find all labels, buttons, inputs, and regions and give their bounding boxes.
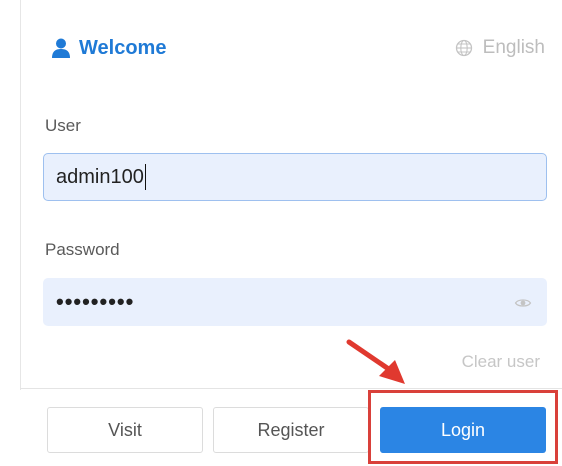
red-arrow-annotation <box>346 339 405 384</box>
password-input-value: ••••••••• <box>56 289 135 314</box>
password-label: Password <box>45 240 120 259</box>
welcome-label: Welcome <box>79 36 167 59</box>
globe-icon <box>455 39 472 57</box>
visit-button[interactable]: Visit <box>47 407 203 453</box>
user-label: User <box>45 116 81 135</box>
header: Welcome English <box>50 30 545 66</box>
welcome-title: Welcome <box>50 30 166 66</box>
clear-user-link[interactable]: Clear user <box>462 352 540 372</box>
password-input[interactable]: ••••••••• <box>43 278 547 326</box>
user-icon <box>52 38 70 58</box>
eye-icon[interactable] <box>514 294 532 312</box>
panel-border <box>20 0 21 390</box>
language-label: English <box>482 37 545 58</box>
divider <box>20 388 562 389</box>
user-input[interactable]: admin100 <box>43 153 547 201</box>
language-switcher[interactable]: English <box>455 30 545 66</box>
user-input-value: admin100 <box>56 165 144 188</box>
text-caret <box>144 164 147 190</box>
login-button[interactable]: Login <box>380 407 546 453</box>
login-panel: Welcome English User admin100 Password •… <box>0 0 562 466</box>
register-button[interactable]: Register <box>213 407 369 453</box>
